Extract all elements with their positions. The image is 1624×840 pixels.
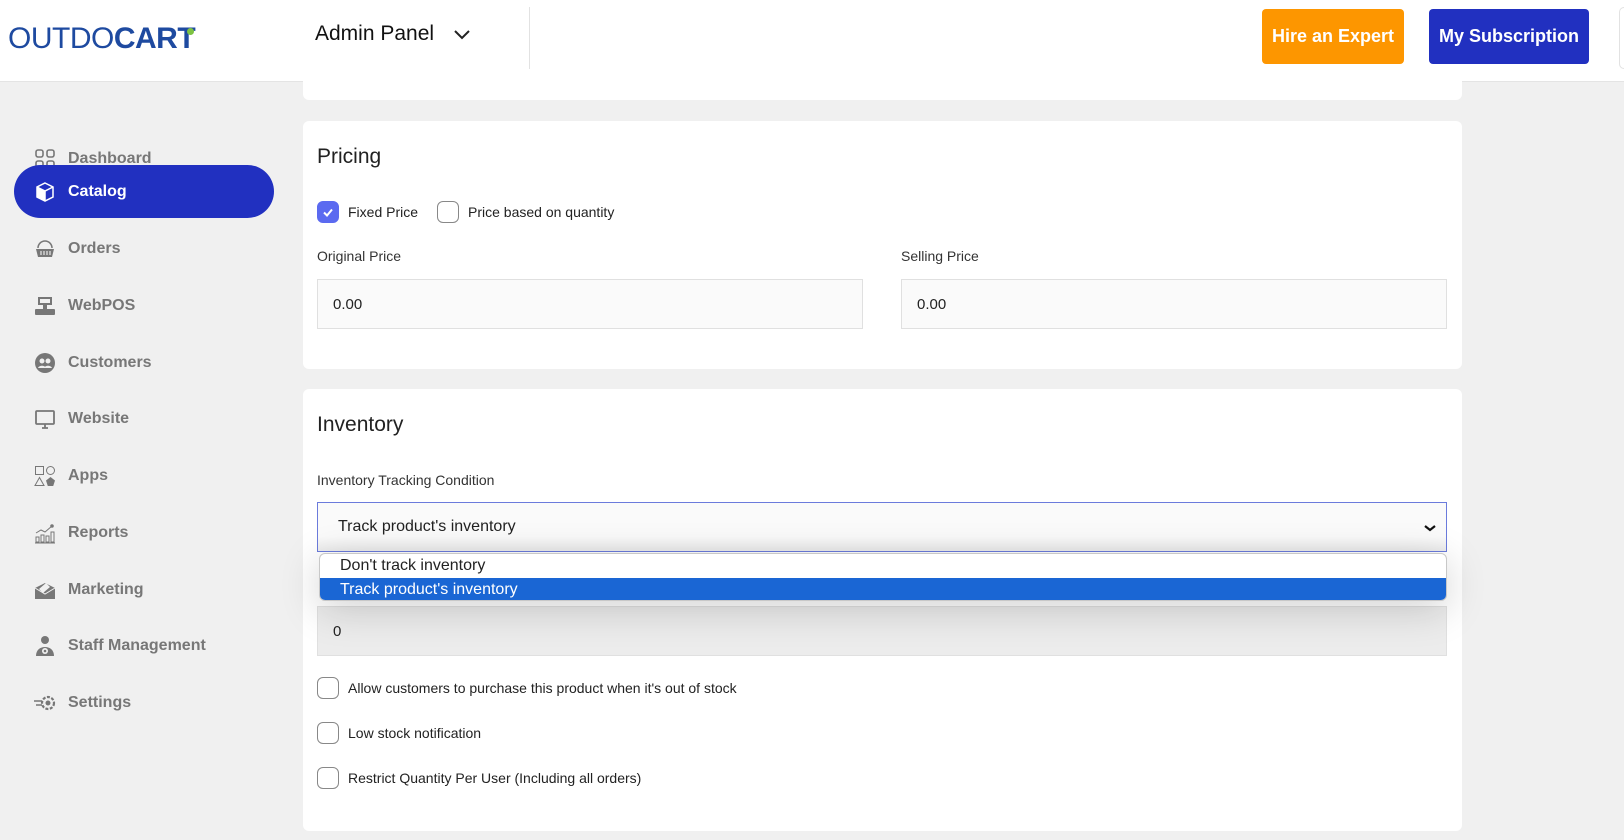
sidebar-item-label: Customers [68,353,152,371]
original-price-input[interactable]: 0.00 [317,279,863,329]
sidebar-item-label: Orders [68,239,121,257]
apps-shapes-icon [34,465,56,487]
marketing-envelope-icon [34,579,56,601]
sidebar-item-apps[interactable]: Apps [14,449,274,502]
dropdown-option-track[interactable]: Track product's inventory [320,578,1446,600]
sidebar-item-label: Website [68,409,130,427]
webpos-register-icon [34,295,56,317]
inventory-title: Inventory [317,413,404,436]
allow-backorder-label: Allow customers to purchase this product… [348,680,737,696]
admin-panel-switcher[interactable]: Admin Panel [315,22,474,46]
sidebar-item-catalog[interactable]: Catalog [14,165,274,218]
tracking-condition-select[interactable]: Track product's inventory [317,502,1447,552]
outdocart-logo[interactable]: OUTDOCART [8,22,196,56]
website-monitor-icon [34,408,56,430]
reports-chart-icon [34,522,56,544]
pricing-card: Pricing Fixed Price Price based on quant… [303,121,1462,369]
my-subscription-button[interactable]: My Subscription [1429,9,1589,64]
previous-section-card [303,74,1462,100]
fixed-price-option[interactable]: Fixed Price [317,201,418,223]
sidebar-item-label: Apps [68,466,108,484]
checkmark-icon [323,208,333,217]
pricing-title: Pricing [317,145,382,168]
admin-panel-label: Admin Panel [315,22,435,45]
quantity-price-option[interactable]: Price based on quantity [437,201,614,223]
header-overflow-button[interactable] [1619,7,1624,69]
quantity-input[interactable]: 0 [317,606,1447,656]
quantity-price-checkbox[interactable] [437,201,459,223]
selling-price-label: Selling Price [901,248,979,264]
sidebar-item-label: Reports [68,523,129,541]
restrict-quantity-checkbox[interactable] [317,767,339,789]
hire-expert-button[interactable]: Hire an Expert [1262,9,1404,64]
restrict-quantity-label: Restrict Quantity Per User (Including al… [348,770,642,786]
sidebar-item-label: Settings [68,693,132,711]
sidebar-item-reports[interactable]: Reports [14,506,274,559]
sidebar-item-orders[interactable]: Orders [14,222,274,275]
low-stock-label: Low stock notification [348,725,482,741]
original-price-label: Original Price [317,248,402,264]
sidebar-item-label: Marketing [68,580,144,598]
sidebar-item-website[interactable]: Website [14,392,274,445]
chevron-down-icon [1424,525,1436,532]
orders-basket-icon [34,238,56,260]
fixed-price-label: Fixed Price [348,204,419,220]
inventory-card: Inventory Inventory Tracking Condition T… [303,389,1462,831]
allow-backorder-option[interactable]: Allow customers to purchase this product… [317,677,737,699]
logo-dot [187,28,194,35]
tracking-condition-value: Track product's inventory [338,518,516,535]
tracking-condition-dropdown: Don't track inventory Track product's in… [319,553,1447,601]
quantity-price-label: Price based on quantity [468,204,615,220]
restrict-quantity-option[interactable]: Restrict Quantity Per User (Including al… [317,767,641,789]
low-stock-checkbox[interactable] [317,722,339,744]
sidebar-item-staff-management[interactable]: Staff Management [14,619,274,672]
staff-icon [34,635,56,657]
chevron-down-icon [454,30,470,40]
top-header: OUTDOCART Admin Panel Hire an Expert My … [0,0,1624,82]
sidebar-item-label: Catalog [68,182,127,200]
catalog-box-icon [34,181,56,203]
dropdown-option-dont-track[interactable]: Don't track inventory [320,554,1446,578]
fixed-price-checkbox[interactable] [317,201,339,223]
sidebar-item-label: WebPOS [68,296,136,314]
sidebar: Dashboard Catalog Orders WebPOS Customer… [0,82,290,840]
sidebar-item-settings[interactable]: Settings [14,676,274,729]
customers-icon [34,352,56,374]
settings-gear-icon [34,692,56,714]
sidebar-item-webpos[interactable]: WebPOS [14,279,274,332]
low-stock-option[interactable]: Low stock notification [317,722,481,744]
sidebar-item-label: Staff Management [68,636,206,654]
selling-price-input[interactable]: 0.00 [901,279,1447,329]
sidebar-item-marketing[interactable]: Marketing [14,563,274,616]
header-divider [529,7,530,69]
sidebar-item-customers[interactable]: Customers [14,336,274,389]
tracking-condition-label: Inventory Tracking Condition [317,472,495,488]
allow-backorder-checkbox[interactable] [317,677,339,699]
